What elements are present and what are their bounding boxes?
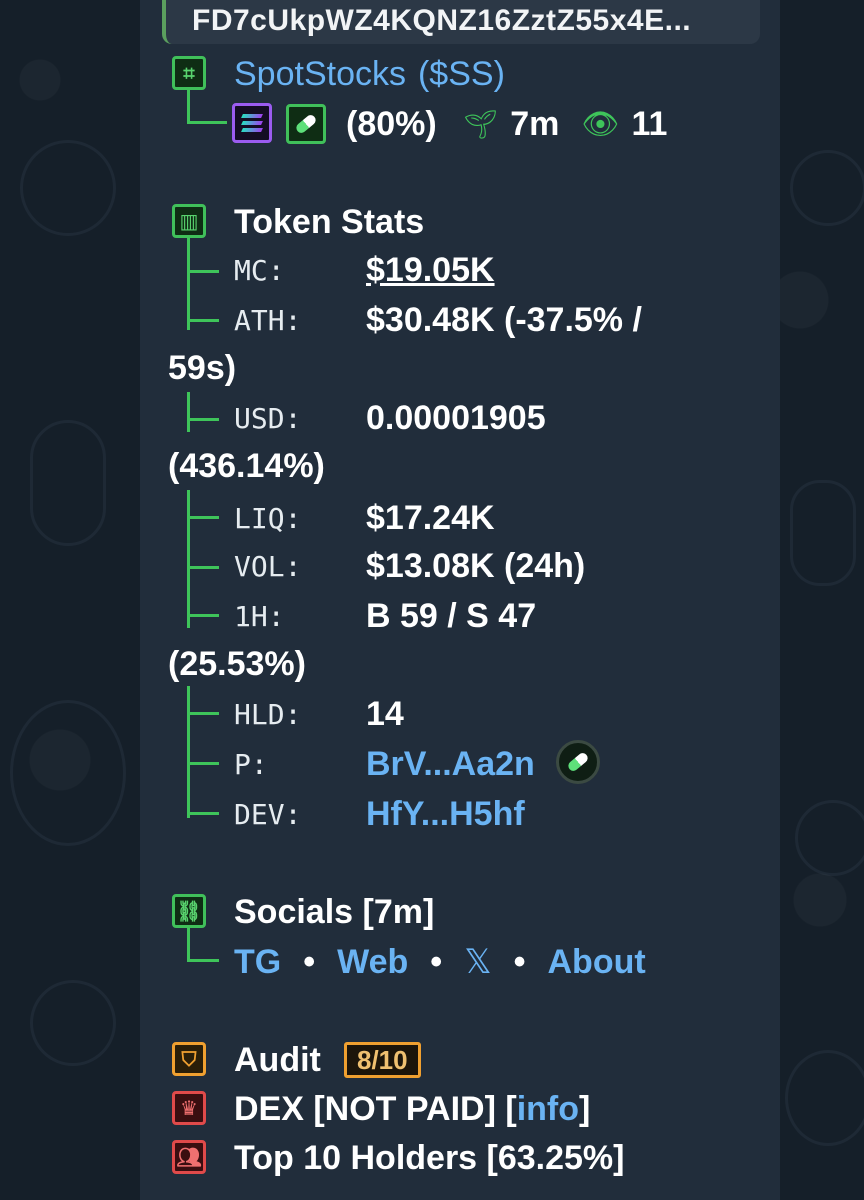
eagle-icon: ♛ bbox=[172, 1091, 206, 1125]
stat-label: HLD: bbox=[234, 697, 302, 731]
stat-row-dev: DEV: HfY...H5hf bbox=[234, 790, 525, 838]
pair-address-link[interactable]: BrV...Aa2n bbox=[366, 740, 535, 788]
token-icon: ⌗ bbox=[172, 56, 206, 90]
stat-label: P: bbox=[234, 747, 268, 781]
stat-value-1h: B 59 / S 47 bbox=[366, 597, 537, 635]
stat-value-ath: $30.48K (-37.5% / bbox=[366, 301, 642, 339]
social-link-x[interactable]: 𝕏 bbox=[464, 938, 491, 986]
dev-address-link[interactable]: HfY...H5hf bbox=[366, 790, 525, 838]
sprout-icon: 🌱︎ bbox=[462, 107, 499, 141]
token-stats-title: Token Stats bbox=[234, 203, 425, 241]
pump-pill-icon[interactable] bbox=[556, 740, 600, 784]
solana-chain-icon bbox=[232, 103, 272, 143]
separator-dot: • bbox=[430, 943, 443, 981]
contract-address[interactable]: FD7cUkpWZ4KQNZ16ZztZ55x4E... bbox=[192, 4, 691, 38]
separator-dot: • bbox=[513, 943, 526, 981]
pump-pill-icon bbox=[286, 104, 326, 144]
stat-value-hld: 14 bbox=[366, 695, 404, 733]
stat-row-vol: VOL: $13.08K (24h) bbox=[234, 542, 585, 590]
holders-icon: 👥︎ bbox=[172, 1140, 206, 1174]
stat-label: 1H: bbox=[234, 599, 285, 633]
stat-value-mc[interactable]: $19.05K bbox=[366, 246, 495, 294]
token-ticker-link[interactable]: ($SS) bbox=[418, 50, 505, 98]
stat-value-usd: 0.00001905 bbox=[366, 399, 546, 437]
stat-label: MC: bbox=[234, 253, 285, 287]
audit-score-badge: 8/10 bbox=[344, 1042, 421, 1078]
stat-row-usd: USD: 0.00001905 bbox=[234, 394, 546, 442]
stat-value-usd-wrap: (436.14%) bbox=[168, 447, 325, 485]
social-link-web[interactable]: Web bbox=[337, 938, 408, 986]
link-icon: ⛓ bbox=[172, 894, 206, 928]
dex-info-link[interactable]: info bbox=[517, 1085, 579, 1133]
audit-title: Audit bbox=[234, 1041, 321, 1079]
social-link-tg[interactable]: TG bbox=[234, 938, 281, 986]
stat-row-liq: LIQ: $17.24K bbox=[234, 494, 495, 542]
stats-chart-icon: ▥ bbox=[172, 204, 206, 238]
stat-label: ATH: bbox=[234, 303, 302, 337]
social-link-about[interactable]: About bbox=[548, 938, 646, 986]
stat-value-vol: $13.08K (24h) bbox=[366, 547, 586, 585]
stat-row-1h: 1H: B 59 / S 47 bbox=[234, 592, 536, 640]
eye-icon: 👁︎ bbox=[581, 106, 620, 142]
token-age: 7m bbox=[510, 105, 560, 143]
stat-row-pair: P: BrV...Aa2n bbox=[234, 740, 535, 788]
dex-status: DEX [NOT PAID] [ bbox=[234, 1090, 517, 1128]
contract-address-quote[interactable]: FD7cUkpWZ4KQNZ16ZztZ55x4E... bbox=[162, 0, 760, 44]
message-bubble: FD7cUkpWZ4KQNZ16ZztZ55x4E... ⌗ SpotStock… bbox=[140, 0, 780, 1200]
stat-label: DEV: bbox=[234, 797, 302, 831]
shield-icon: ⛉ bbox=[172, 1042, 206, 1076]
token-name-link[interactable]: SpotStocks bbox=[234, 50, 406, 98]
stat-row-hld: HLD: 14 bbox=[234, 690, 404, 738]
stat-label: USD: bbox=[234, 401, 302, 435]
socials-title: Socials [7m] bbox=[234, 893, 435, 931]
stat-value-1h-wrap: (25.53%) bbox=[168, 645, 306, 683]
stat-value-liq: $17.24K bbox=[366, 499, 495, 537]
stat-label: LIQ: bbox=[234, 501, 302, 535]
stat-label: VOL: bbox=[234, 549, 302, 583]
separator-dot: • bbox=[303, 943, 316, 981]
dex-status-close: ] bbox=[579, 1090, 591, 1128]
top-holders: Top 10 Holders [63.25%] bbox=[234, 1139, 625, 1177]
stat-value-ath-wrap: 59s) bbox=[168, 349, 237, 387]
stat-row-ath: ATH: $30.48K (-37.5% / bbox=[234, 296, 642, 344]
stat-row-mc: MC: $19.05K bbox=[234, 246, 495, 294]
view-count: 11 bbox=[631, 105, 668, 143]
bonding-percent: (80%) bbox=[346, 105, 437, 143]
